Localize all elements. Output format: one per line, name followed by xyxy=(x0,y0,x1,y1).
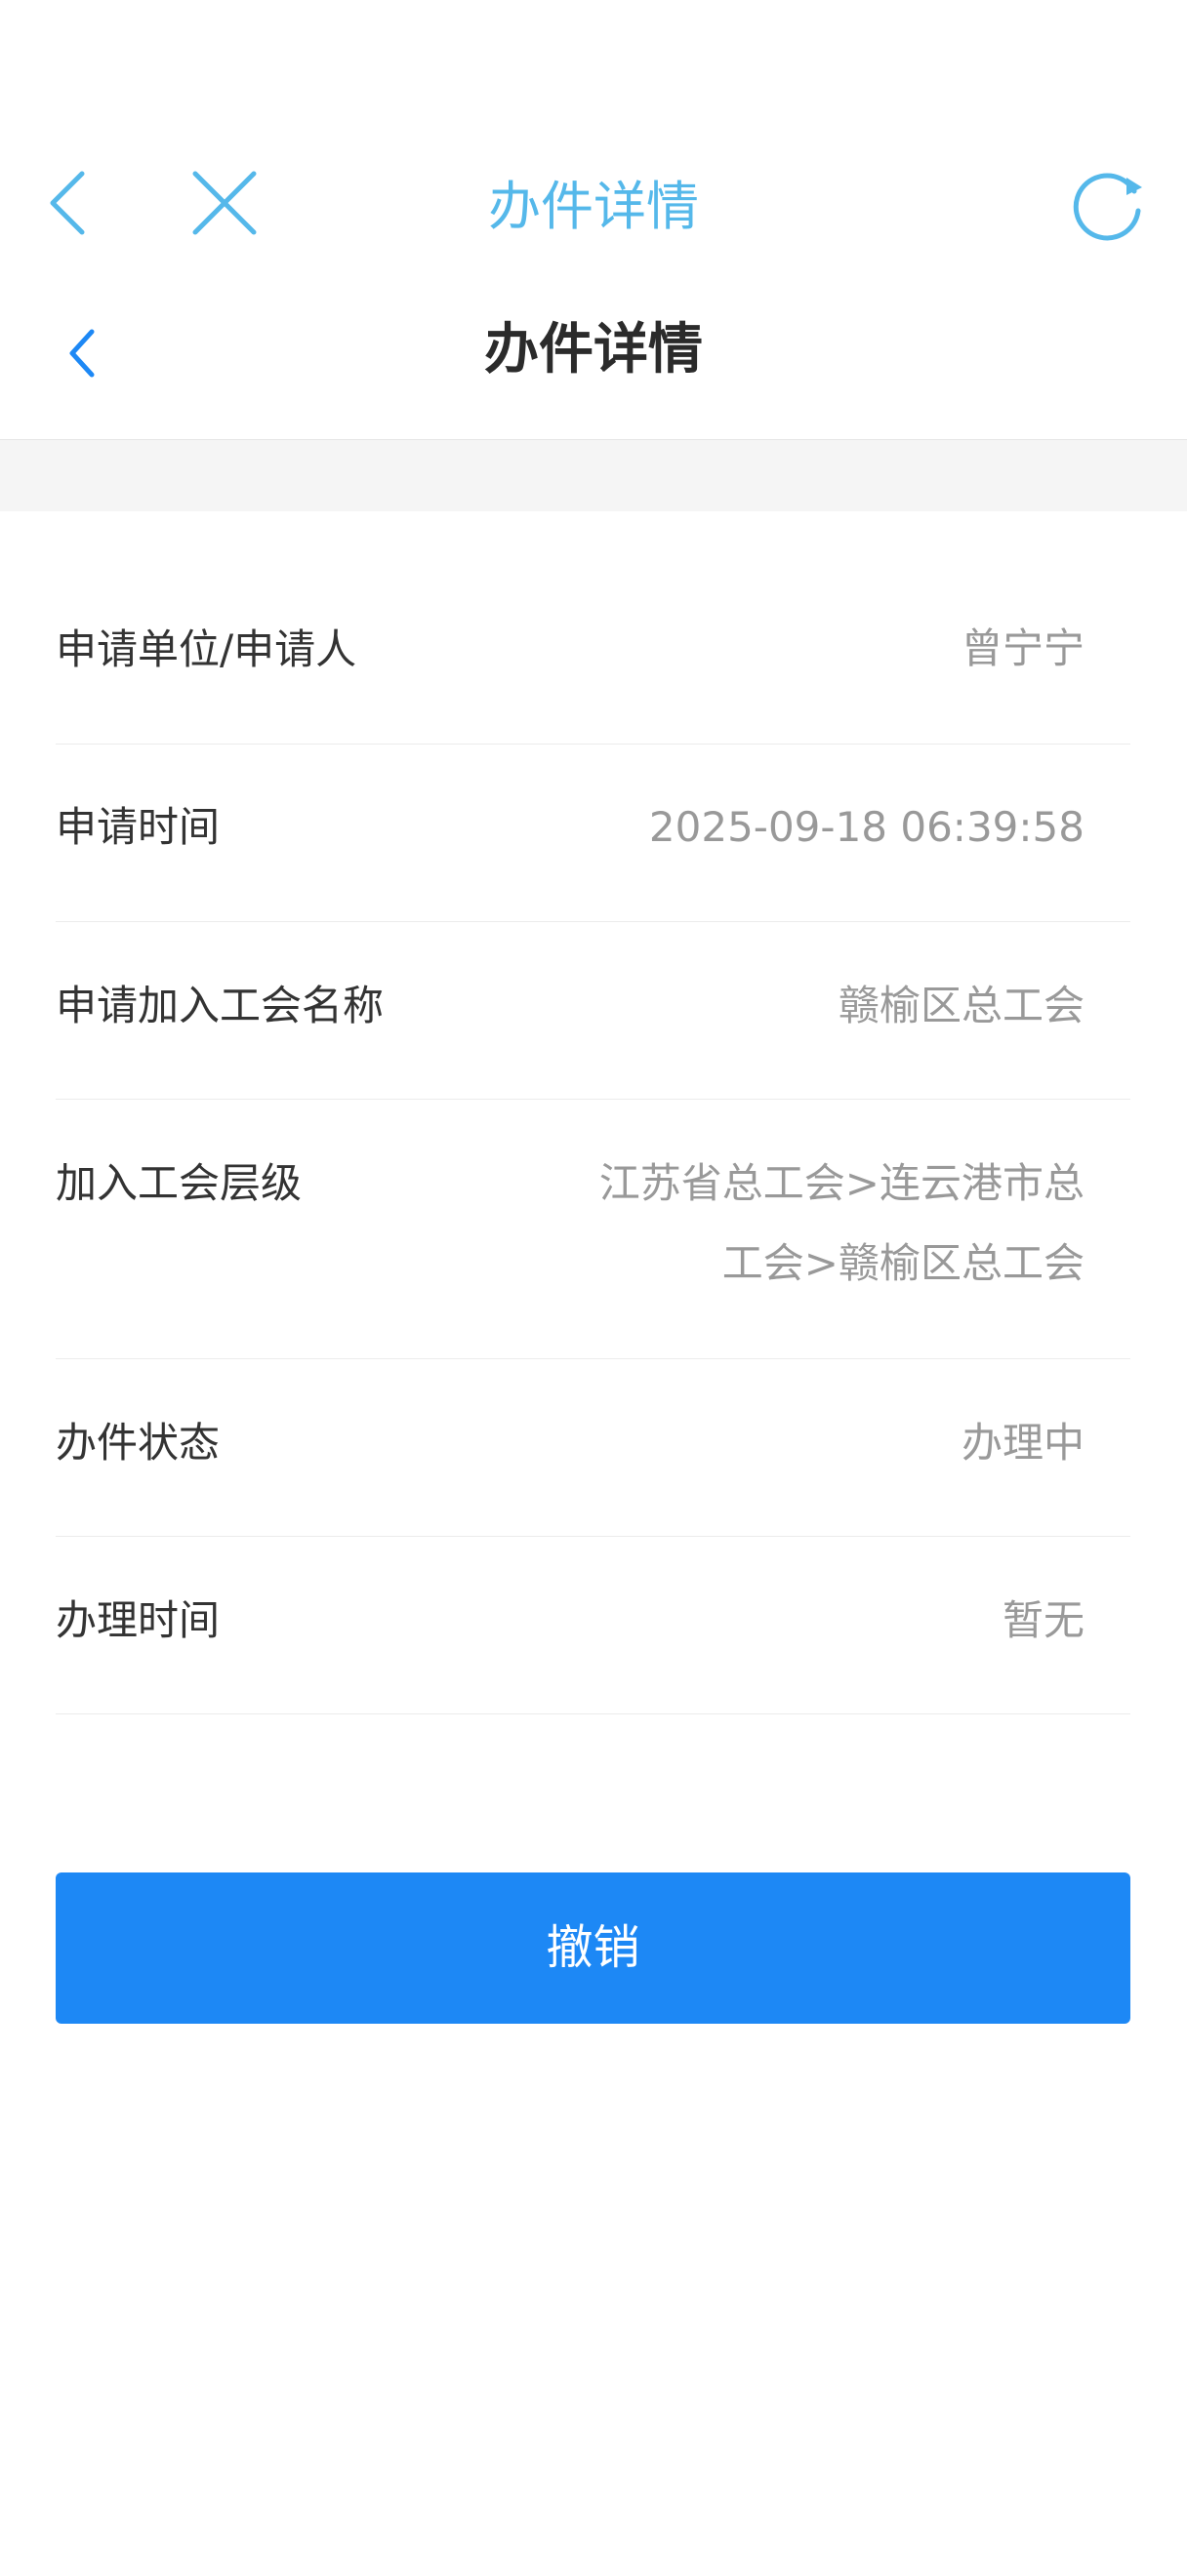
detail-value: 办理中 xyxy=(961,1419,1085,1467)
detail-value: 曾宁宁 xyxy=(961,624,1085,672)
detail-label: 申请时间 xyxy=(56,803,221,851)
detail-label: 加入工会层级 xyxy=(56,1159,303,1207)
detail-value: 2025-09-18 06:39:58 xyxy=(648,803,1085,851)
page-header: 办件详情 xyxy=(0,283,1187,440)
detail-row-applicant: 申请单位/申请人 曾宁宁 xyxy=(56,511,1130,745)
detail-label: 申请单位/申请人 xyxy=(56,625,357,673)
detail-value: 暂无 xyxy=(1002,1596,1085,1644)
page-title: 办件详情 xyxy=(484,318,703,382)
refresh-icon[interactable] xyxy=(1070,168,1148,246)
detail-label: 办件状态 xyxy=(56,1419,221,1467)
detail-row-union-level: 加入工会层级 江苏省总工会>连云港市总工会>赣榆区总工会 xyxy=(56,1099,1130,1359)
detail-row-status: 办件状态 办理中 xyxy=(56,1358,1130,1537)
detail-row-apply-time: 申请时间 2025-09-18 06:39:58 xyxy=(56,744,1130,922)
container-title: 办件详情 xyxy=(488,176,699,237)
page: 办件详情 办件详情 申请单位/申请人 曾宁宁 申请时间 2025-09-18 0… xyxy=(0,0,1187,2576)
cancel-button[interactable]: 撤销 xyxy=(56,1872,1130,2024)
container-nav-bar: 办件详情 xyxy=(0,146,1187,268)
detail-label: 申请加入工会名称 xyxy=(56,982,385,1029)
detail-row-union-name: 申请加入工会名称 赣榆区总工会 xyxy=(56,921,1130,1100)
detail-label: 办理时间 xyxy=(56,1596,221,1644)
detail-value: 江苏省总工会>连云港市总工会>赣榆区总工会 xyxy=(598,1159,1085,1287)
section-divider xyxy=(0,440,1187,511)
detail-value: 赣榆区总工会 xyxy=(838,982,1085,1029)
detail-row-process-time: 办理时间 暂无 xyxy=(56,1536,1130,1714)
